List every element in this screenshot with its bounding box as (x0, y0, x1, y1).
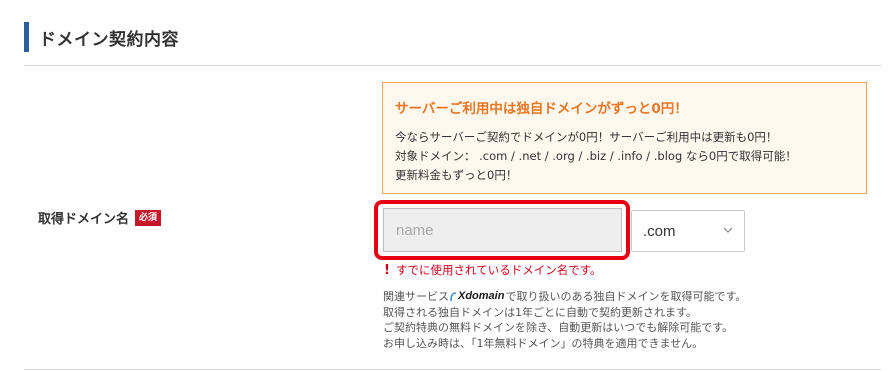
promo-line: 対象ドメイン： .com / .net / .org / .biz / .inf… (395, 149, 797, 163)
divider (24, 65, 881, 66)
field-label-text: 取得ドメイン名 (38, 212, 130, 227)
error-message: ! すでに使用されているドメイン名です。 (384, 262, 602, 278)
tld-selected-value: .com (643, 222, 676, 240)
domain-contract-section: ドメイン契約内容 サーバーご利用中は独自ドメインがずっと0円！ 今ならサーバーご… (0, 0, 889, 371)
notes: 関連サービス Xdomain で取り扱いのある独自ドメインを取得可能です。 取得され… (383, 289, 853, 351)
xdomain-logo-text: Xdomain (458, 290, 505, 303)
note-line: 取得される独自ドメインは1年ごとに自動で契約更新されます。 (383, 305, 697, 319)
promo-box: サーバーご利用中は独自ドメインがずっと0円！ 今ならサーバーご契約でドメインが0… (382, 82, 867, 194)
tld-select[interactable]: .com (631, 210, 745, 252)
promo-title: サーバーご利用中は独自ドメインがずっと0円！ (395, 101, 688, 117)
heading-accent-bar (24, 22, 29, 52)
required-badge: 必須 (135, 209, 162, 226)
divider (24, 369, 881, 370)
promo-line: 更新料金もずっと0円！ (395, 168, 518, 182)
note-prefix: 関連サービス (383, 290, 449, 303)
warning-icon: ! (384, 262, 390, 278)
note-line: お申し込み時は、「1年無料ドメイン」の特典を適用できません。 (383, 336, 704, 350)
domain-name-input[interactable] (383, 208, 622, 252)
promo-line: 今ならサーバーご契約でドメインが0円！サーバーご利用中は更新も0円！ (395, 130, 778, 144)
xdomain-logo[interactable]: Xdomain (450, 289, 504, 305)
section-title: ドメイン契約内容 (39, 29, 179, 50)
xdomain-swoosh-icon (450, 292, 457, 302)
note-suffix: で取り扱いのある独自ドメインを取得可能です。 (505, 290, 747, 303)
note-line: 関連サービス Xdomain で取り扱いのある独自ドメインを取得可能です。 (383, 289, 853, 305)
note-line: ご契約特典の無料ドメインを除き、自動更新はいつでも解除可能です。 (383, 321, 734, 335)
chevron-down-icon (723, 227, 733, 233)
section-heading: ドメイン契約内容 (24, 22, 179, 52)
domain-name-label: 取得ドメイン名 必須 (38, 208, 162, 227)
error-text: すでに使用されているドメイン名です。 (395, 263, 602, 277)
